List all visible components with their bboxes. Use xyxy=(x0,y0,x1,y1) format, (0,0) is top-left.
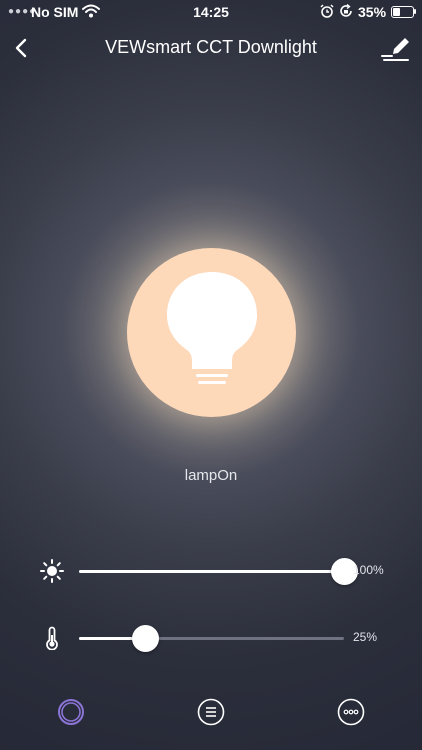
nav-bar: VEWsmart CCT Downlight xyxy=(0,28,422,68)
alarm-icon xyxy=(320,4,334,18)
power-tab[interactable] xyxy=(57,698,85,726)
edit-pencil-icon xyxy=(381,38,409,61)
temperature-slider-thumb[interactable] xyxy=(132,625,159,652)
battery-cap xyxy=(414,9,416,14)
status-bar: ●●●● No SIM 14:25 35% xyxy=(0,0,422,24)
bottom-tab-bar xyxy=(0,690,422,734)
menu-tab[interactable] xyxy=(197,698,225,726)
lightbulb-icon xyxy=(167,272,257,384)
sun-icon xyxy=(40,559,64,583)
more-tab[interactable] xyxy=(337,698,365,726)
list-icon xyxy=(197,698,225,726)
battery-icon xyxy=(391,6,414,18)
more-dots-icon xyxy=(337,698,365,726)
temperature-slider-row: 25% xyxy=(0,618,422,658)
lamp-status-label: lampOn xyxy=(184,467,238,484)
brightness-slider-fill xyxy=(79,570,344,573)
brightness-slider-track[interactable] xyxy=(79,558,358,585)
rotation-lock-icon xyxy=(340,4,352,17)
page-title: VEWsmart CCT Downlight xyxy=(105,37,317,57)
thermometer-icon xyxy=(46,626,58,650)
temperature-slider-track[interactable] xyxy=(79,625,344,652)
back-button[interactable] xyxy=(8,34,36,62)
back-chevron-icon xyxy=(15,38,27,58)
brightness-value: 100% xyxy=(353,563,384,577)
battery-percent: 35% xyxy=(358,4,387,20)
lamp-power-button[interactable] xyxy=(127,248,296,417)
edit-button[interactable] xyxy=(380,32,412,62)
ring-icon xyxy=(58,699,84,725)
brightness-slider-row: 100% xyxy=(0,551,422,591)
temperature-value: 25% xyxy=(353,630,378,644)
battery-fill xyxy=(393,8,400,16)
